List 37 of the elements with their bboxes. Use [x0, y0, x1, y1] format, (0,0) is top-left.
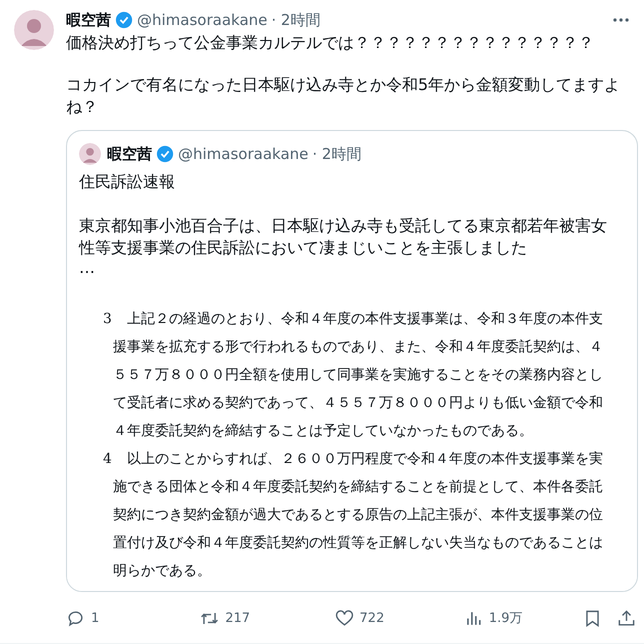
display-name[interactable]: 暇空茜 [66, 10, 111, 30]
document-line: 上記２の経過のとおり、令和４年度の本件支援事業は、令和３年度の本件支 [127, 310, 603, 329]
display-name: 暇空茜 [107, 144, 152, 164]
reply-button[interactable]: 1 [66, 608, 100, 628]
document-line: 明らかである。 [113, 562, 211, 581]
share-button[interactable] [616, 608, 636, 628]
share-icon [616, 608, 636, 628]
like-button[interactable]: 722 [334, 608, 384, 628]
document-line: 援事業を拡充する形で行われるものであり、また、令和４年度委託契約は、４ [113, 338, 603, 357]
post-text: コカインで有名になった日本駆け込み寺とか令和5年から金額変動してますよね？ [66, 74, 622, 118]
section-number: 3 [103, 311, 113, 327]
user-handle[interactable]: @himasoraakane [137, 11, 268, 29]
document-line: 以上のことからすれば、２６００万円程度で令和４年度の本件支援事業を実 [127, 450, 603, 469]
document-line: 施できる団体と令和４年度委託契約を締結することを前提として、本件各委託 [113, 478, 603, 497]
verified-badge-icon [115, 11, 133, 29]
more-text: … [79, 259, 96, 277]
post-time[interactable]: · 2時間 [271, 10, 320, 30]
verified-badge-icon [156, 145, 174, 163]
document-line: 置付け及び令和４年度委託契約の性質等を正解しない失当なものであることは [113, 534, 603, 553]
user-handle: @himasoraakane [178, 145, 308, 163]
avatar[interactable] [14, 10, 54, 50]
section-number: 4 [103, 451, 113, 467]
heart-icon [334, 608, 354, 628]
post-text: 住民訴訟速報 [79, 171, 176, 193]
avatar [79, 143, 101, 165]
document-line: て受託者に求める契約であって、４５５７万８０００円よりも低い金額で令和 [113, 394, 603, 413]
post-text: 東京都知事小池百合子は、日本駆け込み寺も受託してる東京都若年被害女性等支援事業の住民訴訟において凄まじいことを主張しました [79, 215, 608, 259]
speech-bubble-icon [66, 608, 85, 628]
document-line: 契約につき契約金額が過大であるとする原告の上記主張が、本件支援事業の位 [113, 506, 603, 525]
more-icon[interactable] [612, 17, 630, 23]
document-line: ４年度委託契約を締結することは予定していなかったものである。 [113, 422, 533, 441]
quoted-post[interactable] [66, 130, 638, 592]
views-button[interactable]: 1.9万 [464, 608, 523, 628]
repost-button[interactable]: 217 [200, 608, 250, 628]
post-time: · 2時間 [312, 144, 362, 164]
document-line: ５５７万８０００円全額を使用して同事業を実施することをその業務内容とし [113, 366, 603, 385]
post-text: 価格決め打ちって公金事業カルテルでは？？？？？？？？？？？？？？？ [66, 32, 595, 54]
